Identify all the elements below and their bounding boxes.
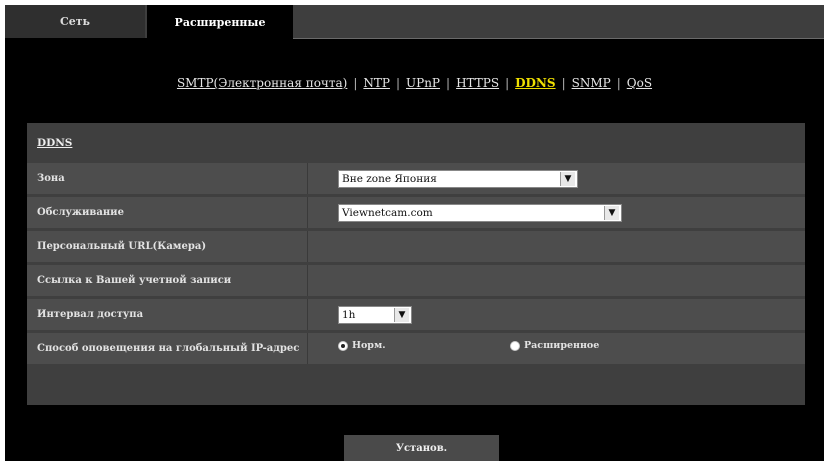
subnav-separator: | <box>561 76 566 90</box>
radio-unchecked-icon <box>510 340 520 351</box>
subnav-snmp[interactable]: SNMP <box>572 76 611 90</box>
access-interval-select[interactable]: 1h ▼ <box>338 306 412 324</box>
chevron-down-icon: ▼ <box>604 206 619 220</box>
subnav-ntp[interactable]: NTP <box>363 76 390 90</box>
subnav-separator: | <box>446 76 451 90</box>
row-access-interval: Интервал доступа 1h ▼ <box>27 299 805 330</box>
tab-advanced[interactable]: Расширенные <box>147 5 293 40</box>
row-divider <box>307 197 308 228</box>
service-select[interactable]: Viewnetcam.com ▼ <box>338 204 622 222</box>
chevron-down-icon: ▼ <box>560 172 575 186</box>
row-divider <box>307 163 308 194</box>
radio-extended[interactable]: Расширенное <box>510 340 599 351</box>
row-personal-url: Персональный URL(Камера) <box>27 231 805 262</box>
chevron-down-icon: ▼ <box>394 308 409 322</box>
subnav-separator: | <box>395 76 401 90</box>
subnav-upnp[interactable]: UPnP <box>406 76 440 90</box>
service-label: Обслуживание <box>37 207 124 218</box>
radio-normal-label: Норм. <box>352 340 386 351</box>
row-service: Обслуживание Viewnetcam.com ▼ <box>27 197 805 228</box>
row-zone: Зона Вне zone Япония ▼ <box>27 163 805 194</box>
account-link-label: Ссылка к Вашей учетной записи <box>37 275 232 286</box>
row-divider <box>307 265 308 296</box>
zone-select-value: Вне zone Япония <box>342 173 437 185</box>
ddns-panel: DDNS Зона Вне zone Япония ▼ Обслуживание… <box>27 123 805 405</box>
row-divider <box>307 333 308 364</box>
settings-frame: Сеть Расширенные SMTP(Электронная почта)… <box>5 5 824 461</box>
radio-checked-icon <box>338 340 348 351</box>
zone-label: Зона <box>37 173 65 184</box>
access-interval-label: Интервал доступа <box>37 309 144 320</box>
radio-extended-label: Расширенное <box>524 340 600 351</box>
subnav-ddns[interactable]: DDNS <box>515 76 555 90</box>
row-account-link: Ссылка к Вашей учетной записи <box>27 265 805 296</box>
ip-notify-label: Способ оповещения на глобальный IP-адрес <box>37 343 300 354</box>
subnav-separator: | <box>505 76 510 90</box>
access-interval-value: 1h <box>342 309 356 321</box>
set-button[interactable]: Установ. <box>344 435 499 461</box>
sub-navigation: SMTP(Электронная почта) | NTP | UPnP | HTTPS | D… <box>5 76 824 90</box>
zone-select[interactable]: Вне zone Япония ▼ <box>338 170 578 188</box>
subnav-separator: | <box>616 76 621 90</box>
service-select-value: Viewnetcam.com <box>342 207 433 219</box>
radio-normal[interactable]: Норм. <box>338 340 386 351</box>
subnav-qos[interactable]: QoS <box>627 76 652 90</box>
subnav-https[interactable]: HTTPS <box>456 76 499 90</box>
tab-bar: Сеть Расширенные <box>5 5 824 40</box>
tab-network[interactable]: Сеть <box>5 5 145 38</box>
subnav-smtp[interactable]: SMTP(Электронная почта) <box>177 76 347 90</box>
personal-url-label: Персональный URL(Камера) <box>37 241 207 252</box>
row-ip-notify: Способ оповещения на глобальный IP-адрес… <box>27 333 805 364</box>
row-divider <box>307 299 308 330</box>
subnav-separator: | <box>353 76 358 90</box>
panel-title: DDNS <box>37 137 73 149</box>
row-divider <box>307 231 308 262</box>
tab-divider <box>293 38 824 39</box>
